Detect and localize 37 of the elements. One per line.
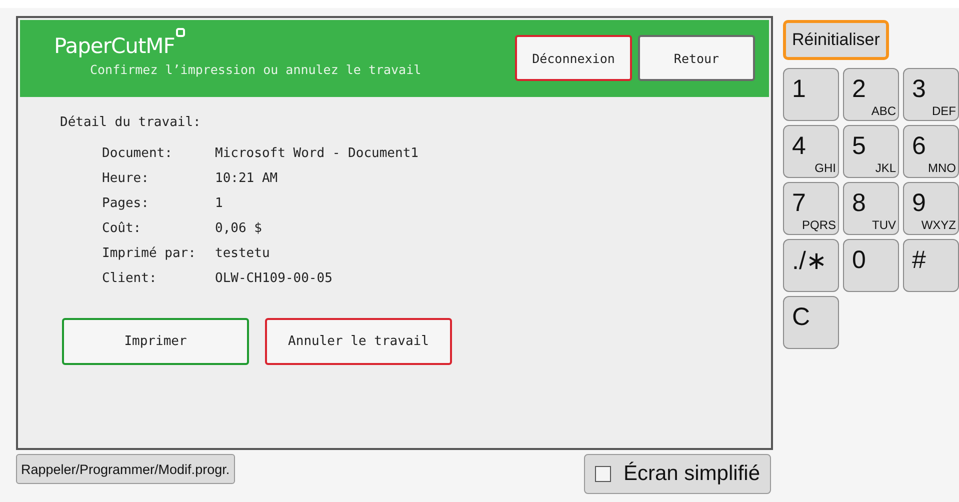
keypad-key[interactable]: 2 ABC [843,68,899,121]
reset-button[interactable]: Réinitialiser [783,20,889,60]
header-button[interactable]: Déconnexion [515,35,632,81]
detail-value: 0,06 $ [215,221,263,236]
action-button[interactable]: Imprimer [62,318,249,365]
keypad-key[interactable]: C [783,296,839,349]
keypad-key[interactable]: 8 TUV [843,182,899,235]
detail-value: 10:21 AM [215,171,279,186]
action-button[interactable]: Annuler le travail [265,318,452,365]
keypad-key[interactable]: 4 GHI [783,125,839,178]
keypad-key[interactable]: # [903,239,959,292]
keypad-key[interactable]: 6 MNO [903,125,959,178]
detail-label: Client: [102,271,158,286]
detail-label: Heure: [102,171,150,186]
keypad-key[interactable]: 3 DEF [903,68,959,121]
square-icon [176,28,185,37]
detail-value: 1 [215,196,224,211]
detail-label: Pages: [102,196,150,211]
keypad-key[interactable]: 9 WXYZ [903,182,959,235]
header-button[interactable]: Retour [638,35,755,81]
detail-value: OLW-CH109-00-05 [215,271,334,286]
keypad-key[interactable]: 0 [843,239,899,292]
recall-button[interactable]: Rappeler/Programmer/Modif.progr. [16,454,235,484]
header-subtitle: Confirmez l’impression ou annulez le travail [90,62,422,77]
simple-screen-toggle[interactable]: Écran simplifié [584,454,771,494]
keypad-key[interactable]: 5 JKL [843,125,899,178]
detail-label: Imprimé par: [102,246,197,261]
keypad-key[interactable]: 7 PQRS [783,182,839,235]
details-title: Détail du travail: [60,115,202,130]
keypad-key[interactable]: 1 [783,68,839,121]
detail-label: Document: [102,146,174,161]
detail-value: testetu [215,246,271,261]
detail-value: Microsoft Word - Document1 [215,146,420,161]
detail-label: Coût: [102,221,142,236]
keypad-key[interactable]: ./∗ [783,239,839,292]
papercut-logo: PaperCutMF [54,34,175,58]
checkbox[interactable] [595,466,612,482]
